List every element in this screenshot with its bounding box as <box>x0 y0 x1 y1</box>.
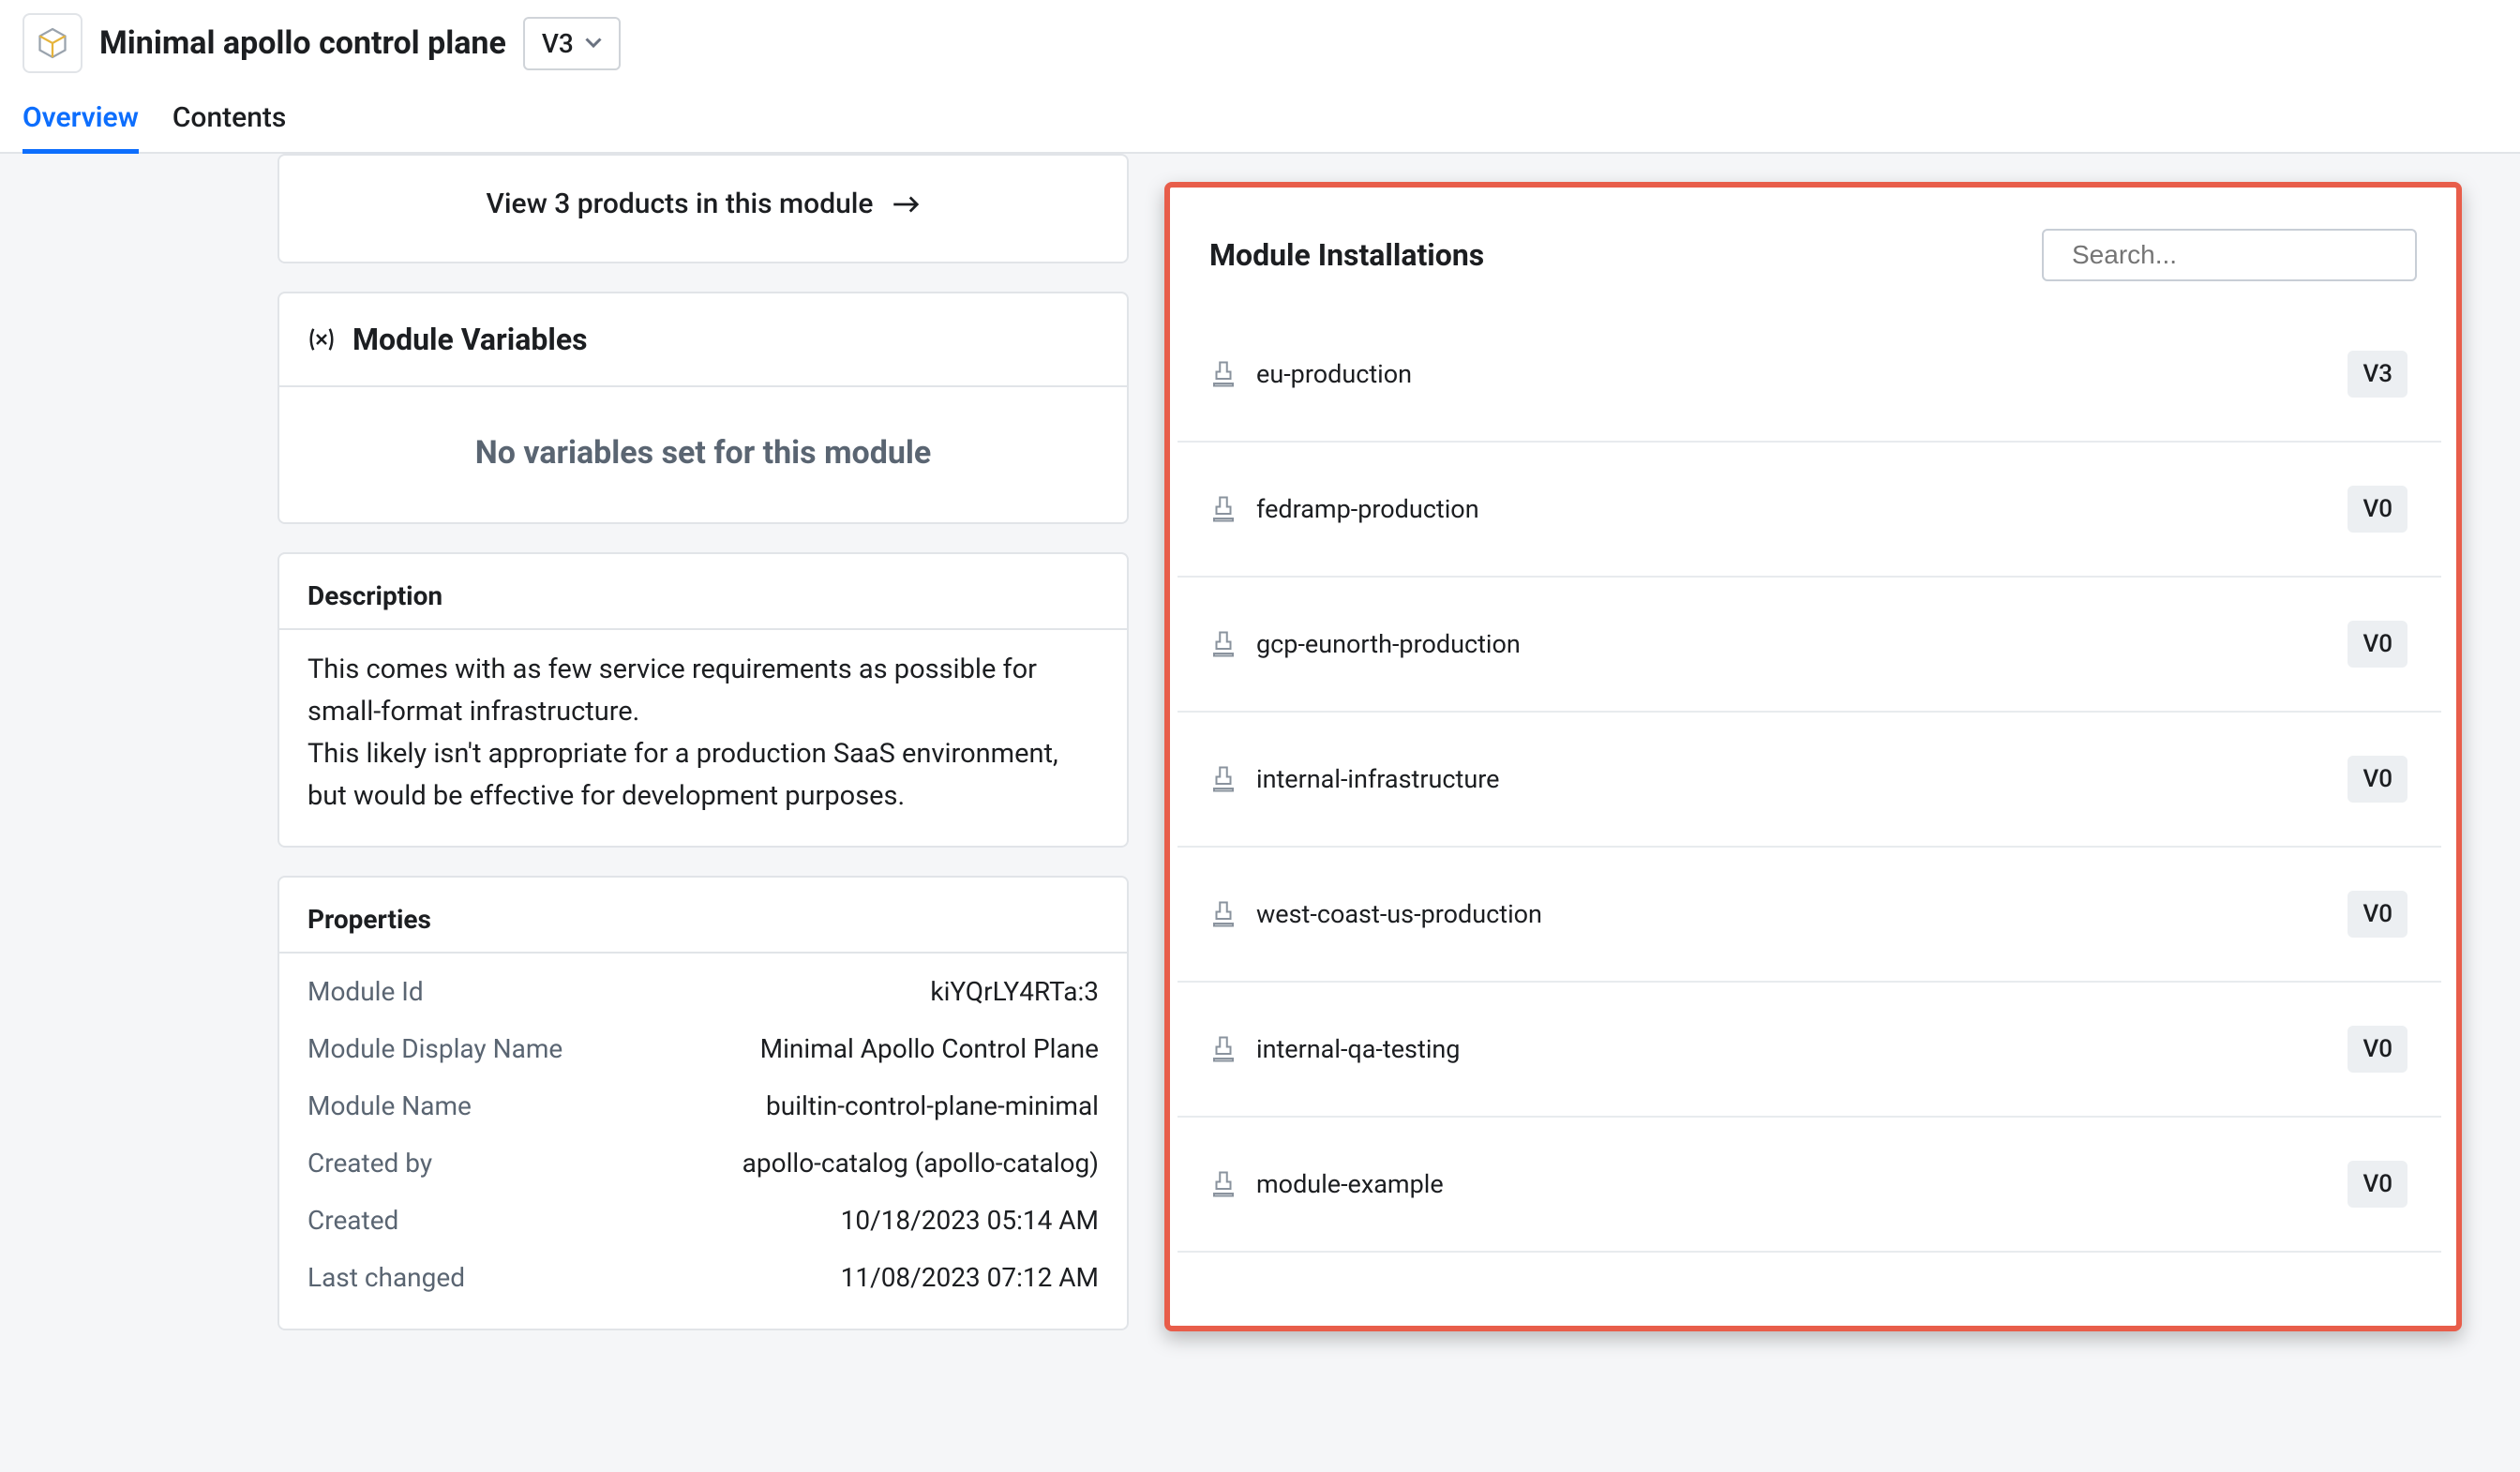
description-title: Description <box>279 554 1127 630</box>
property-row: Created 10/18/2023 05:14 AM <box>308 1192 1099 1249</box>
properties-title: Properties <box>279 878 1127 954</box>
installation-name: fedramp-production <box>1256 494 1479 524</box>
property-value: 10/18/2023 05:14 AM <box>841 1205 1099 1236</box>
version-dropdown[interactable]: V3 <box>523 17 621 70</box>
property-value: kiYQrLY4RTa:3 <box>930 976 1099 1007</box>
property-key: Last changed <box>308 1262 465 1293</box>
installation-row[interactable]: eu-production V3 <box>1178 308 2441 443</box>
installation-name: west-coast-us-production <box>1256 899 1542 929</box>
property-value: Minimal Apollo Control Plane <box>760 1033 1099 1064</box>
installation-version-badge: V3 <box>2348 351 2408 398</box>
description-card: Description This comes with as few servi… <box>278 552 1129 848</box>
property-key: Module Name <box>308 1090 472 1121</box>
tab-bar: Overview Contents <box>22 86 2498 152</box>
arrow-right-icon <box>892 194 921 215</box>
variables-empty-text: No variables set for this module <box>279 387 1127 522</box>
page-header: Minimal apollo control plane V3 Overview… <box>0 0 2520 154</box>
installations-panel-highlighted: Module Installations eu-production V3 fedr… <box>1164 182 2462 1331</box>
stamp-icon <box>1211 765 1236 793</box>
property-row: Module Id kiYQrLY4RTa:3 <box>308 963 1099 1020</box>
installation-version-badge: V0 <box>2348 486 2408 533</box>
installation-row[interactable]: internal-infrastructure V0 <box>1178 713 2441 848</box>
installations-title: Module Installations <box>1209 237 1484 273</box>
installation-version-badge: V0 <box>2348 621 2408 668</box>
property-value: apollo-catalog (apollo-catalog) <box>742 1148 1099 1179</box>
installation-name: eu-production <box>1256 359 1412 389</box>
tab-contents[interactable]: Contents <box>172 86 287 154</box>
installations-list[interactable]: eu-productionV3fedramp-productionV0gcp-e… <box>1178 308 2449 1318</box>
installation-name: internal-infrastructure <box>1256 764 1499 794</box>
cube-icon <box>36 26 69 60</box>
properties-card: Properties Module IdkiYQrLY4RTa:3Module … <box>278 876 1129 1330</box>
property-key: Created <box>308 1205 398 1236</box>
description-line-1: This comes with as few service requireme… <box>308 649 1099 733</box>
installation-row[interactable]: fedramp-production V0 <box>1178 443 2441 578</box>
installation-name: gcp-eunorth-production <box>1256 629 1521 659</box>
version-label: V3 <box>542 28 574 59</box>
installation-version-badge: V0 <box>2348 1161 2408 1208</box>
stamp-icon <box>1211 495 1236 523</box>
variable-icon <box>308 325 336 353</box>
installation-row[interactable]: internal-qa-testing V0 <box>1178 983 2441 1118</box>
installation-name: internal-qa-testing <box>1256 1034 1460 1064</box>
property-row: Module Display Name Minimal Apollo Contro… <box>308 1020 1099 1077</box>
property-value: 11/08/2023 07:12 AM <box>841 1262 1099 1293</box>
tab-overview[interactable]: Overview <box>22 86 139 154</box>
installation-row[interactable]: module-example V0 <box>1178 1118 2441 1253</box>
installation-row[interactable]: gcp-eunorth-production V0 <box>1178 578 2441 713</box>
module-variables-card: Module Variables No variables set for th… <box>278 292 1129 524</box>
page-title: Minimal apollo control plane <box>99 24 506 62</box>
stamp-icon <box>1211 1170 1236 1198</box>
stamp-icon <box>1211 360 1236 388</box>
property-key: Module Id <box>308 976 424 1007</box>
property-row: Module Name builtin-control-plane-minimal <box>308 1077 1099 1134</box>
module-icon-badge <box>22 13 82 73</box>
banner-text: View 3 products in this module <box>486 188 873 220</box>
property-row: Last changed 11/08/2023 07:12 AM <box>308 1249 1099 1306</box>
installation-version-badge: V0 <box>2348 756 2408 803</box>
variables-title: Module Variables <box>352 322 588 357</box>
stamp-icon <box>1211 900 1236 928</box>
chevron-down-icon <box>585 38 602 49</box>
installations-search[interactable] <box>2042 229 2417 281</box>
stamp-icon <box>1211 630 1236 658</box>
description-line-2: This likely isn't appropriate for a prod… <box>308 733 1099 818</box>
installation-version-badge: V0 <box>2348 891 2408 938</box>
installation-row[interactable]: west-coast-us-production V0 <box>1178 848 2441 983</box>
installation-version-badge: V0 <box>2348 1026 2408 1073</box>
search-input[interactable] <box>2072 240 2410 270</box>
property-row: Created by apollo-catalog (apollo-catalog… <box>308 1134 1099 1192</box>
installation-name: module-example <box>1256 1169 1444 1199</box>
property-value: builtin-control-plane-minimal <box>766 1090 1099 1121</box>
stamp-icon <box>1211 1035 1236 1063</box>
view-products-banner[interactable]: View 3 products in this module <box>278 154 1129 263</box>
property-key: Created by <box>308 1148 432 1179</box>
property-key: Module Display Name <box>308 1033 562 1064</box>
